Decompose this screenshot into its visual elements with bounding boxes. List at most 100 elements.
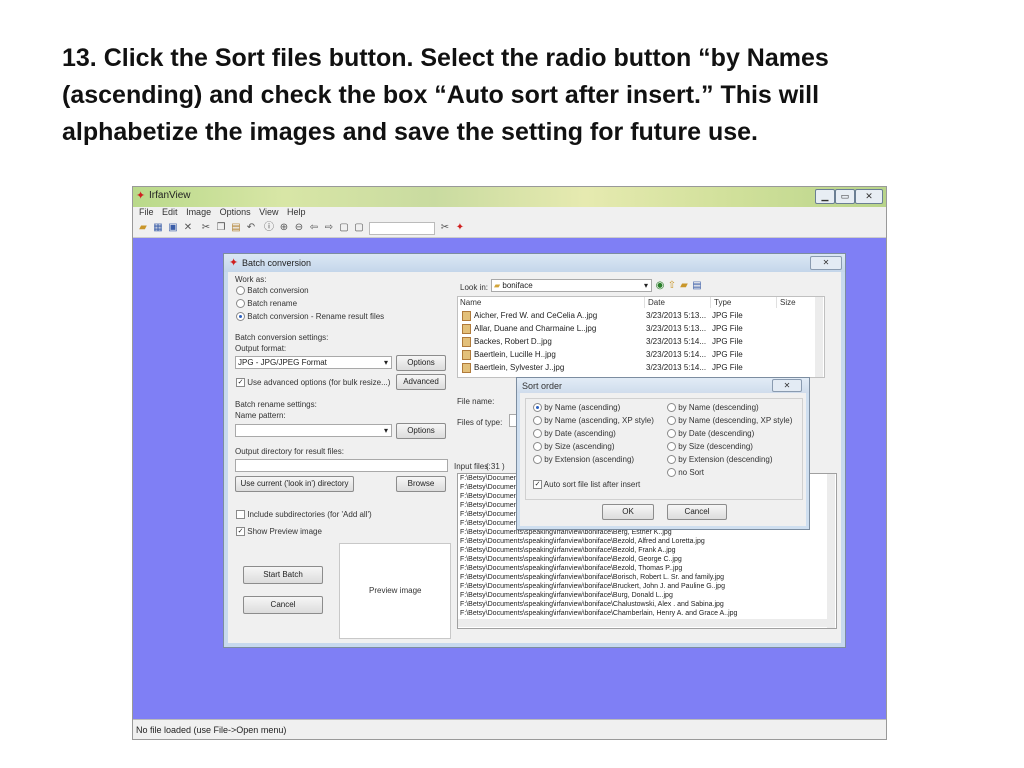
column-type[interactable]: Type (712, 297, 777, 308)
cut-icon[interactable]: ✂ (200, 222, 212, 234)
input-file-path[interactable]: F:\Betsy\Documents\speaking\irfanview\bo… (460, 529, 672, 536)
menu-file[interactable]: File (139, 207, 154, 217)
next-icon[interactable]: ⇨ (323, 222, 335, 234)
file-row[interactable]: Baertlein, Lucille H..jpg 3/23/2013 5:14… (458, 349, 824, 361)
input-files-scrollbar[interactable] (827, 474, 835, 628)
radio-by-name-descending-xp[interactable]: by Name (descending, XP style) (667, 416, 792, 426)
copy-icon[interactable]: ❐ (215, 222, 227, 234)
radio-batch-rename[interactable]: Batch rename (236, 299, 297, 309)
include-subdirectories-checkbox[interactable]: Include subdirectories (for 'Add all') (236, 510, 372, 520)
menu-edit[interactable]: Edit (162, 207, 178, 217)
file-row[interactable]: Allar, Duane and Charmaine L..jpg 3/23/2… (458, 323, 824, 335)
options-button[interactable]: Options (396, 355, 446, 371)
new-folder-icon[interactable]: ▰ (678, 280, 690, 292)
name-pattern-input[interactable]: ▾ (235, 424, 392, 437)
advanced-options-checkbox[interactable]: ✓ Use advanced options (for bulk resize.… (236, 378, 390, 388)
menu-help[interactable]: Help (287, 207, 306, 217)
previous-icon[interactable]: ⇦ (308, 222, 320, 234)
radio-by-date-descending[interactable]: by Date (descending) (667, 429, 754, 439)
input-file-path[interactable]: F:\Betsy\Documents\speaking\irfanview\bo… (460, 574, 724, 581)
rename-options-button[interactable]: Options (396, 423, 446, 439)
batch-close-button[interactable]: ✕ (810, 256, 842, 270)
undo-icon[interactable]: ↶ (245, 222, 257, 234)
use-current-directory-button[interactable]: Use current ('look in') directory (235, 476, 354, 492)
tools-icon[interactable]: ✂ (439, 222, 451, 234)
up-folder-icon[interactable]: ⇧ (666, 280, 678, 292)
input-file-path[interactable]: F:\Betsy\Documents\speaking\irfanview\bo… (460, 592, 673, 599)
input-file-path[interactable]: F:\Betsy\Documents (460, 511, 523, 518)
input-file-path[interactable]: F:\Betsy\Documents (460, 484, 523, 491)
radio-batch-conversion-rename[interactable]: Batch conversion - Rename result files (236, 312, 384, 322)
input-file-path[interactable]: F:\Betsy\Documents\speaking\irfanview\bo… (460, 610, 737, 617)
irfanview-logo-icon[interactable]: ✦ (454, 222, 466, 234)
column-name[interactable]: Name (458, 297, 645, 308)
paste-icon[interactable]: ▤ (230, 222, 242, 234)
radio-by-size-ascending[interactable]: by Size (ascending) (533, 442, 615, 452)
radio-by-name-ascending[interactable]: by Name (ascending) (533, 403, 620, 413)
minimize-button[interactable]: ▁ (815, 189, 835, 204)
file-list-scrollbar[interactable] (815, 297, 823, 377)
radio-by-name-descending[interactable]: by Name (descending) (667, 403, 759, 413)
back-icon[interactable]: ◉ (654, 280, 666, 292)
input-file-path[interactable]: F:\Betsy\Documents (460, 475, 523, 482)
column-size[interactable]: Size (778, 297, 817, 308)
last-page-icon[interactable]: ▢ (353, 222, 365, 234)
toolbar-field[interactable] (369, 222, 435, 235)
zoom-in-icon[interactable]: ⊕ (278, 222, 290, 234)
save-icon[interactable]: ▣ (167, 222, 179, 234)
start-batch-button[interactable]: Start Batch (243, 566, 323, 584)
column-date[interactable]: Date (646, 297, 711, 308)
browse-button[interactable]: Browse (396, 476, 446, 492)
maximize-button[interactable]: ▭ (835, 189, 855, 204)
input-file-path[interactable]: F:\Betsy\Documents\speaking\irfanview\bo… (460, 556, 682, 563)
input-file-path[interactable]: F:\Betsy\Documents (460, 493, 523, 500)
first-page-icon[interactable]: ▢ (338, 222, 350, 234)
output-directory-input[interactable] (235, 459, 448, 472)
look-in-select[interactable]: ▰ boniface ▾ (491, 279, 652, 292)
open-folder-icon[interactable]: ▰ (137, 222, 149, 234)
radio-by-extension-descending[interactable]: by Extension (descending) (667, 455, 773, 465)
radio-batch-conversion[interactable]: Batch conversion (236, 286, 309, 296)
radio-by-extension-ascending[interactable]: by Extension (ascending) (533, 455, 634, 465)
view-menu-icon[interactable]: ▤ (691, 280, 703, 292)
menu-image[interactable]: Image (186, 207, 211, 217)
input-files-hscrollbar[interactable] (458, 619, 827, 627)
input-file-path[interactable]: F:\Betsy\Documents\speaking\irfanview\bo… (460, 565, 682, 572)
input-file-path[interactable]: F:\Betsy\Documents\speaking\irfanview\bo… (460, 601, 724, 608)
batch-title: Batch conversion (242, 258, 312, 268)
conversion-settings-label: Batch conversion settings: (235, 333, 329, 342)
input-file-path[interactable]: F:\Betsy\Documents\speaking\irfanview\bo… (460, 538, 705, 545)
irfanview-app-icon: ✦ (229, 257, 239, 269)
cancel-button[interactable]: Cancel (243, 596, 323, 614)
sort-close-button[interactable]: ✕ (772, 379, 802, 392)
file-row[interactable]: Backes, Robert D..jpg 3/23/2013 5:14... … (458, 336, 824, 348)
auto-sort-checkbox[interactable]: ✓ Auto sort file list after insert (533, 480, 640, 490)
input-file-path[interactable]: F:\Betsy\Documents\speaking\irfanview\bo… (460, 547, 676, 554)
info-icon[interactable]: ⓘ (263, 222, 275, 234)
file-row[interactable]: Aicher, Fred W. and CeCelia A..jpg 3/23/… (458, 310, 824, 322)
radio-no-sort[interactable]: no Sort (667, 468, 704, 478)
delete-icon[interactable]: ✕ (182, 222, 194, 234)
radio-by-name-ascending-xp[interactable]: by Name (ascending, XP style) (533, 416, 654, 426)
input-file-path[interactable]: F:\Betsy\Documents (460, 502, 523, 509)
input-file-path[interactable]: F:\Betsy\Documents\speaking\irfanview\bo… (460, 583, 725, 590)
close-button[interactable]: ✕ (855, 189, 883, 204)
radio-by-date-ascending[interactable]: by Date (ascending) (533, 429, 616, 439)
sort-cancel-button[interactable]: Cancel (667, 504, 727, 520)
file-row[interactable]: Baertlein, Sylvester J..jpg 3/23/2013 5:… (458, 362, 824, 374)
zoom-out-icon[interactable]: ⊖ (293, 222, 305, 234)
preview-pane: Preview image (339, 543, 451, 639)
menu-view[interactable]: View (259, 207, 278, 217)
input-files-label: Input files: (454, 462, 491, 471)
radio-by-size-descending[interactable]: by Size (descending) (667, 442, 753, 452)
show-preview-checkbox[interactable]: ✓ Show Preview image (236, 527, 322, 537)
irfanview-app-icon: ✦ (136, 190, 146, 202)
sort-ok-button[interactable]: OK (602, 504, 654, 520)
folder-icon: ▰ (494, 281, 501, 290)
chevron-down-icon: ▾ (383, 358, 388, 367)
menu-options[interactable]: Options (220, 207, 251, 217)
advanced-button[interactable]: Advanced (396, 374, 446, 390)
app-titlebar: ✦ IrfanView ▁ ▭ ✕ (133, 187, 886, 207)
output-format-select[interactable]: JPG - JPG/JPEG Format ▾ (235, 356, 392, 369)
thumbnails-icon[interactable]: ▦ (152, 222, 164, 234)
